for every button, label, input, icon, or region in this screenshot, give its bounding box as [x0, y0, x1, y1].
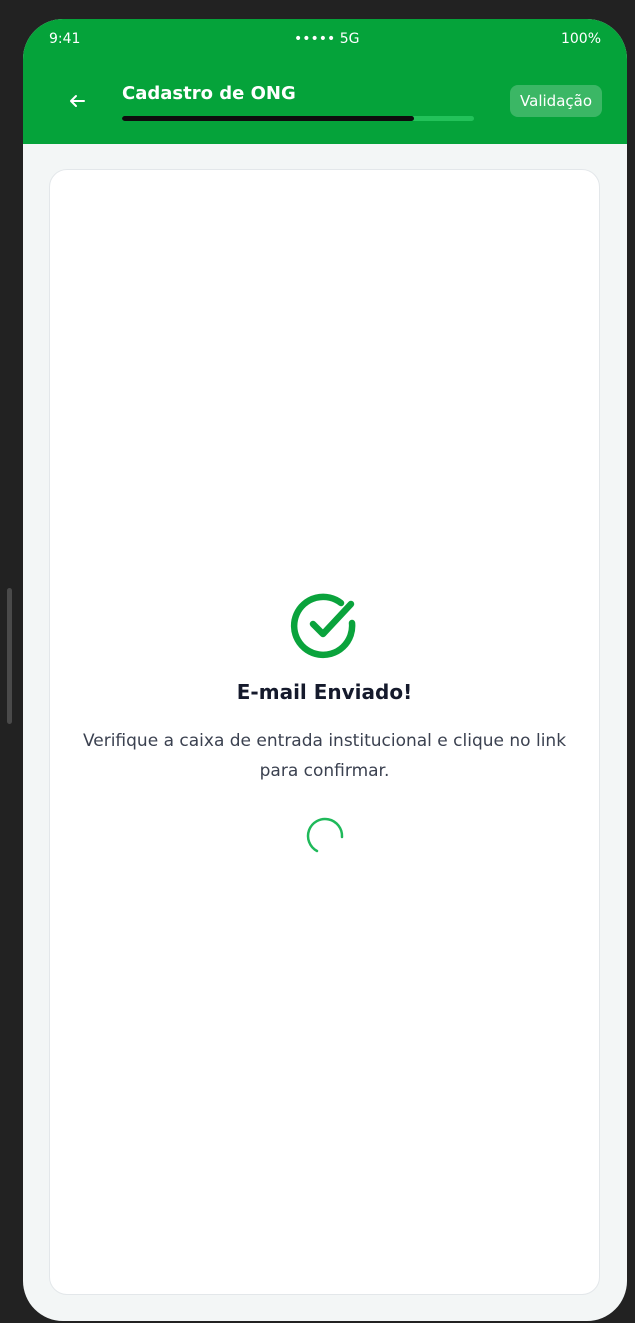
- status-bar: 9:41 ••••• 5G 100%: [23, 19, 627, 61]
- confirmation-message: Verifique a caixa de entrada institucion…: [82, 731, 567, 781]
- status-battery: 100%: [560, 31, 601, 47]
- phone-screen: 9:41 ••••• 5G 100% Cadastro de ONG Valid…: [23, 19, 627, 1321]
- page-title: Cadastro de ONG: [122, 83, 296, 104]
- spinner-icon: [306, 817, 343, 853]
- registration-progress-bar: [122, 116, 474, 121]
- status-signal: ••••• 5G: [294, 31, 360, 47]
- window-resize-handle[interactable]: [7, 588, 12, 724]
- step-badge: Validação: [510, 85, 602, 117]
- check-circle-icon: [290, 593, 355, 659]
- email-sent-confirmation: E-mail Enviado! Verifique a caixa de ent…: [50, 590, 599, 862]
- status-time: 9:41: [49, 31, 81, 47]
- back-button[interactable]: [61, 85, 93, 117]
- content-card: E-mail Enviado! Verifique a caixa de ent…: [49, 169, 600, 1295]
- confirmation-title: E-mail Enviado!: [236, 680, 413, 704]
- arrow-left-icon: [70, 95, 85, 107]
- app-header: 9:41 ••••• 5G 100% Cadastro de ONG Valid…: [23, 19, 627, 144]
- progress-fill: [122, 116, 415, 121]
